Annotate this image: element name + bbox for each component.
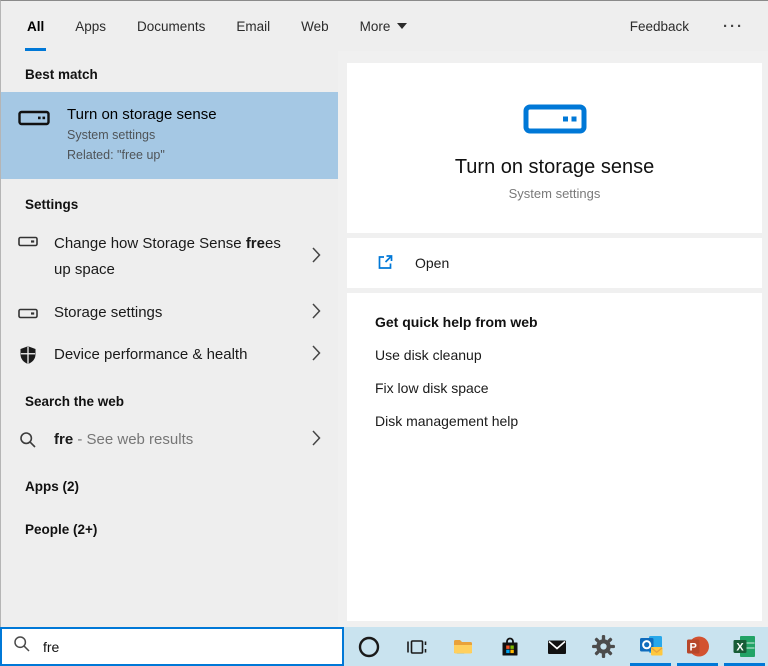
help-item-disk-management[interactable]: Disk management help	[375, 404, 734, 437]
tab-email-label: Email	[236, 19, 270, 34]
storage-drive-icon	[17, 308, 39, 319]
open-label: Open	[415, 255, 449, 271]
best-match-title: Turn on storage sense	[67, 105, 217, 125]
settings-gear-icon	[591, 634, 616, 659]
tab-all[interactable]: All	[25, 1, 46, 51]
cortana-icon	[357, 635, 381, 659]
tab-documents[interactable]: Documents	[135, 1, 207, 51]
tab-apps-label: Apps	[75, 19, 106, 34]
search-icon	[17, 431, 39, 449]
taskbar-search-box[interactable]	[0, 627, 344, 666]
best-match-header: Best match	[1, 51, 338, 92]
file-explorer-button[interactable]	[439, 627, 486, 666]
tab-email[interactable]: Email	[234, 1, 272, 51]
chevron-right-icon	[311, 302, 322, 325]
overflow-menu-button[interactable]: ···	[723, 1, 744, 51]
outlook-icon	[638, 634, 664, 659]
search-flyout: All Apps Documents Email Web More Feedba…	[0, 0, 768, 627]
help-item-fix-low-disk-space[interactable]: Fix low disk space	[375, 371, 734, 404]
chevron-right-icon	[311, 344, 322, 367]
feedback-button[interactable]: Feedback	[630, 1, 689, 51]
result-label: Change how Storage Sense frees up space	[54, 231, 298, 283]
tab-apps[interactable]: Apps	[73, 1, 108, 51]
svg-text:X: X	[736, 642, 744, 654]
tab-all-label: All	[27, 19, 44, 34]
outlook-button[interactable]	[627, 627, 674, 666]
tab-web[interactable]: Web	[299, 1, 331, 51]
result-web-search[interactable]: fre - See web results	[1, 419, 338, 461]
results-panel: Best match Turn on storage sense System …	[1, 51, 338, 627]
tab-web-label: Web	[301, 19, 329, 34]
svg-text:P: P	[689, 642, 696, 654]
settings-button[interactable]	[580, 627, 627, 666]
tab-more-label: More	[360, 19, 391, 34]
task-view-button[interactable]	[392, 627, 439, 666]
mail-icon	[545, 635, 569, 659]
powerpoint-button[interactable]: P	[674, 627, 721, 666]
powerpoint-icon: P	[685, 634, 711, 659]
task-view-icon	[404, 635, 428, 659]
people-group-header: People (2+)	[1, 504, 338, 547]
storage-drive-icon	[17, 236, 39, 247]
result-device-performance-health[interactable]: Device performance & health	[1, 334, 338, 376]
quick-help-card: Get quick help from web Use disk cleanup…	[347, 293, 762, 621]
search-icon	[13, 635, 31, 658]
cortana-button[interactable]	[345, 627, 392, 666]
microsoft-store-icon	[498, 635, 522, 659]
excel-button[interactable]: X	[721, 627, 768, 666]
result-label: Storage settings	[54, 300, 162, 326]
mail-button[interactable]	[533, 627, 580, 666]
file-explorer-icon	[451, 635, 475, 659]
chevron-right-icon	[311, 246, 322, 269]
result-label: Device performance & health	[54, 342, 247, 368]
storage-drive-icon	[17, 105, 51, 165]
excel-icon: X	[732, 634, 757, 659]
storage-drive-icon-large	[347, 103, 762, 140]
apps-group-header: Apps (2)	[1, 461, 338, 504]
help-item-disk-cleanup[interactable]: Use disk cleanup	[375, 338, 734, 371]
settings-header: Settings	[1, 179, 338, 222]
ellipsis-icon: ···	[723, 18, 744, 35]
result-storage-settings[interactable]: Storage settings	[1, 292, 338, 334]
tab-more[interactable]: More	[358, 1, 410, 51]
feedback-label: Feedback	[630, 19, 689, 34]
preview-title: Turn on storage sense	[347, 156, 762, 179]
open-action[interactable]: Open	[347, 238, 762, 288]
chevron-down-icon	[397, 23, 407, 29]
microsoft-store-button[interactable]	[486, 627, 533, 666]
best-match-related: Related: "free up"	[67, 145, 217, 165]
quick-help-header: Get quick help from web	[375, 314, 734, 330]
result-label: fre - See web results	[54, 427, 193, 453]
search-the-web-header: Search the web	[1, 376, 338, 419]
best-match-result[interactable]: Turn on storage sense System settings Re…	[1, 92, 338, 179]
open-icon	[376, 253, 394, 274]
best-match-subtitle: System settings	[67, 125, 217, 145]
search-input[interactable]	[43, 639, 331, 655]
preview-subtitle: System settings	[347, 186, 762, 201]
preview-panel: Turn on storage sense System settings Op…	[338, 51, 768, 627]
result-storage-sense-frees-up[interactable]: Change how Storage Sense frees up space	[1, 222, 338, 292]
search-tabbar: All Apps Documents Email Web More Feedba…	[1, 1, 768, 51]
preview-hero-card: Turn on storage sense System settings	[347, 63, 762, 233]
tab-documents-label: Documents	[137, 19, 205, 34]
chevron-right-icon	[311, 429, 322, 452]
shield-icon	[17, 344, 39, 366]
